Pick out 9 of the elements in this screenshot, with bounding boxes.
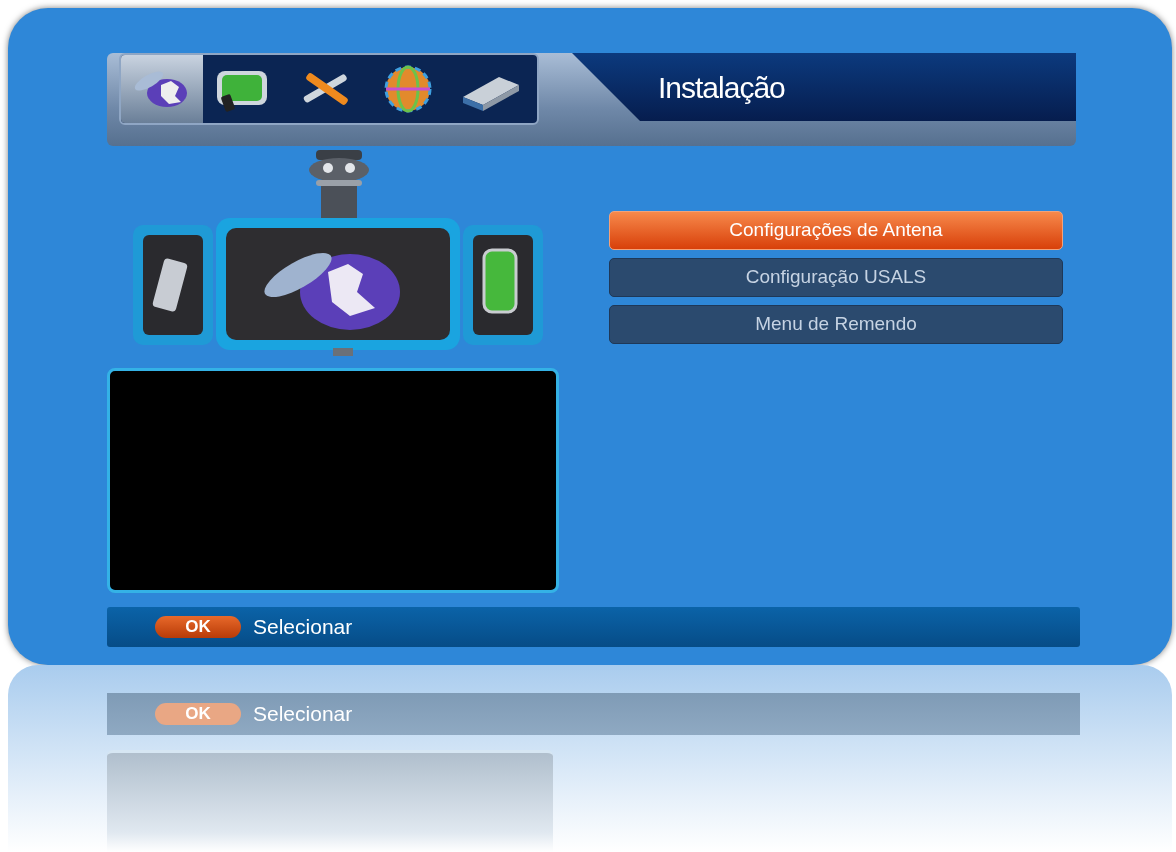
menu-item[interactable]: Configurações de Antena xyxy=(609,211,1063,250)
ok-key: OK xyxy=(155,616,241,638)
ok-key: OK xyxy=(155,703,241,725)
menu-item[interactable]: Menu de Remendo xyxy=(609,305,1063,344)
key-hint: Selecionar xyxy=(253,614,353,641)
menu-title: Instalação xyxy=(658,69,785,106)
key-hint: Selecionar xyxy=(253,701,353,728)
menu-tab[interactable] xyxy=(121,55,203,123)
menu-item[interactable]: Configuração USALS xyxy=(609,258,1063,297)
